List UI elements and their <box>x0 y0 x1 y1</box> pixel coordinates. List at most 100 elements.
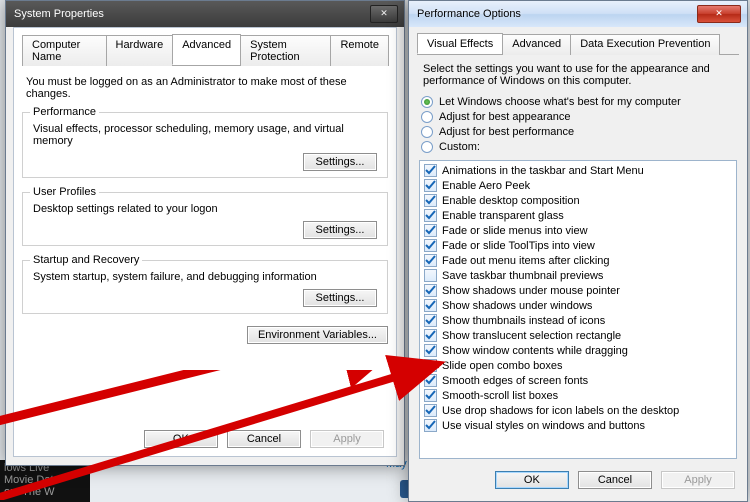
checkbox-label: Animations in the taskbar and Start Menu <box>442 165 644 177</box>
checkbox-icon <box>424 179 437 192</box>
env-vars-button[interactable]: Environment Variables... <box>247 326 388 344</box>
checkbox-icon <box>424 209 437 222</box>
group-legend: Startup and Recovery <box>30 254 142 266</box>
radio-option[interactable]: Adjust for best performance <box>421 126 739 138</box>
group-text: System startup, system failure, and debu… <box>33 271 377 283</box>
checkbox-label: Fade or slide ToolTips into view <box>442 240 595 252</box>
checkbox-icon <box>424 254 437 267</box>
checkbox-icon <box>424 194 437 207</box>
checkbox-option[interactable]: Fade or slide menus into view <box>422 223 734 238</box>
radio-label: Custom: <box>439 141 480 153</box>
apply-button[interactable]: Apply <box>310 430 384 448</box>
tabstrip: Computer NameHardwareAdvancedSystem Prot… <box>22 34 388 66</box>
tab-system-protection[interactable]: System Protection <box>240 35 331 66</box>
checkbox-label: Show thumbnails instead of icons <box>442 315 605 327</box>
visual-effects-list[interactable]: Animations in the taskbar and Start Menu… <box>419 160 737 459</box>
checkbox-option[interactable]: Fade out menu items after clicking <box>422 253 734 268</box>
checkbox-icon <box>424 329 437 342</box>
checkbox-option[interactable]: Animations in the taskbar and Start Menu <box>422 163 734 178</box>
tab-computer-name[interactable]: Computer Name <box>22 35 107 66</box>
checkbox-label: Show shadows under mouse pointer <box>442 285 620 297</box>
annotation-arrow-icon <box>0 370 454 430</box>
group-legend: User Profiles <box>30 186 99 198</box>
cancel-button[interactable]: Cancel <box>227 430 301 448</box>
checkbox-option[interactable]: Smooth-scroll list boxes <box>422 388 734 403</box>
tab-remote[interactable]: Remote <box>330 35 389 66</box>
checkbox-label: Smooth-scroll list boxes <box>442 390 558 402</box>
group-legend: Performance <box>30 106 99 118</box>
tab-data-execution-prevention[interactable]: Data Execution Prevention <box>570 34 720 55</box>
tabstrip: Visual EffectsAdvancedData Execution Pre… <box>417 33 739 55</box>
user-profiles-group: User Profiles Desktop settings related t… <box>22 192 388 246</box>
radio-icon <box>421 141 433 153</box>
checkbox-option[interactable]: Slide open combo boxes <box>422 358 734 373</box>
checkbox-label: Use visual styles on windows and buttons <box>442 420 645 432</box>
checkbox-label: Enable transparent glass <box>442 210 564 222</box>
radio-icon <box>421 111 433 123</box>
dialog-buttons: OK Cancel Apply <box>417 465 739 489</box>
checkbox-label: Use drop shadows for icon labels on the … <box>442 405 679 417</box>
group-text: Visual effects, processor scheduling, me… <box>33 123 377 147</box>
checkbox-option[interactable]: Enable desktop composition <box>422 193 734 208</box>
tab-visual-effects[interactable]: Visual Effects <box>417 33 503 54</box>
checkbox-label: Enable desktop composition <box>442 195 580 207</box>
checkbox-option[interactable]: Smooth edges of screen fonts <box>422 373 734 388</box>
startup-settings-button[interactable]: Settings... <box>303 289 377 307</box>
checkbox-label: Save taskbar thumbnail previews <box>442 270 603 282</box>
checkbox-label: Fade out menu items after clicking <box>442 255 610 267</box>
checkbox-label: Slide open combo boxes <box>442 360 562 372</box>
radio-option[interactable]: Custom: <box>421 141 739 153</box>
checkbox-icon <box>424 284 437 297</box>
radio-option[interactable]: Let Windows choose what's best for my co… <box>421 96 739 108</box>
ok-button[interactable]: OK <box>495 471 569 489</box>
close-icon[interactable]: ✕ <box>370 5 398 23</box>
checkbox-option[interactable]: Use visual styles on windows and buttons <box>422 418 734 433</box>
cancel-button[interactable]: Cancel <box>578 471 652 489</box>
ok-button[interactable]: OK <box>144 430 218 448</box>
perf-settings-button[interactable]: Settings... <box>303 153 377 171</box>
checkbox-icon <box>424 299 437 312</box>
checkbox-option[interactable]: Fade or slide ToolTips into view <box>422 238 734 253</box>
checkbox-icon <box>424 224 437 237</box>
radio-icon <box>421 96 433 108</box>
profiles-settings-button[interactable]: Settings... <box>303 221 377 239</box>
checkbox-option[interactable]: Show thumbnails instead of icons <box>422 313 734 328</box>
checkbox-option[interactable]: Save taskbar thumbnail previews <box>422 268 734 283</box>
admin-notice: You must be logged on as an Administrato… <box>26 76 384 100</box>
checkbox-label: Show shadows under windows <box>442 300 592 312</box>
performance-options-window: Performance Options ✕ Visual EffectsAdva… <box>408 0 748 502</box>
checkbox-option[interactable]: Use drop shadows for icon labels on the … <box>422 403 734 418</box>
checkbox-icon <box>424 314 437 327</box>
titlebar[interactable]: Performance Options ✕ <box>409 1 747 27</box>
checkbox-option[interactable]: Enable transparent glass <box>422 208 734 223</box>
checkbox-option[interactable]: Show window contents while dragging <box>422 343 734 358</box>
checkbox-icon <box>424 269 437 282</box>
checkbox-icon <box>424 239 437 252</box>
checkbox-label: Fade or slide menus into view <box>442 225 588 237</box>
close-icon[interactable]: ✕ <box>697 5 741 23</box>
radio-label: Adjust for best performance <box>439 126 574 138</box>
checkbox-icon <box>424 164 437 177</box>
tab-hardware[interactable]: Hardware <box>106 35 174 66</box>
performance-group: Performance Visual effects, processor sc… <box>22 112 388 178</box>
window-title: System Properties <box>12 8 368 20</box>
tab-advanced[interactable]: Advanced <box>172 34 241 65</box>
checkbox-label: Show translucent selection rectangle <box>442 330 621 342</box>
checkbox-label: Show window contents while dragging <box>442 345 628 357</box>
titlebar[interactable]: System Properties ✕ <box>6 1 404 27</box>
radio-group: Let Windows choose what's best for my co… <box>417 93 739 156</box>
radio-label: Adjust for best appearance <box>439 111 570 123</box>
checkbox-option[interactable]: Show shadows under mouse pointer <box>422 283 734 298</box>
checkbox-label: Enable Aero Peek <box>442 180 530 192</box>
radio-option[interactable]: Adjust for best appearance <box>421 111 739 123</box>
checkbox-option[interactable]: Show translucent selection rectangle <box>422 328 734 343</box>
checkbox-option[interactable]: Enable Aero Peek <box>422 178 734 193</box>
startup-recovery-group: Startup and Recovery System startup, sys… <box>22 260 388 314</box>
window-title: Performance Options <box>415 8 695 20</box>
tab-advanced[interactable]: Advanced <box>502 34 571 55</box>
radio-icon <box>421 126 433 138</box>
checkbox-option[interactable]: Show shadows under windows <box>422 298 734 313</box>
intro-text: Select the settings you want to use for … <box>423 63 733 87</box>
apply-button[interactable]: Apply <box>661 471 735 489</box>
radio-label: Let Windows choose what's best for my co… <box>439 96 681 108</box>
